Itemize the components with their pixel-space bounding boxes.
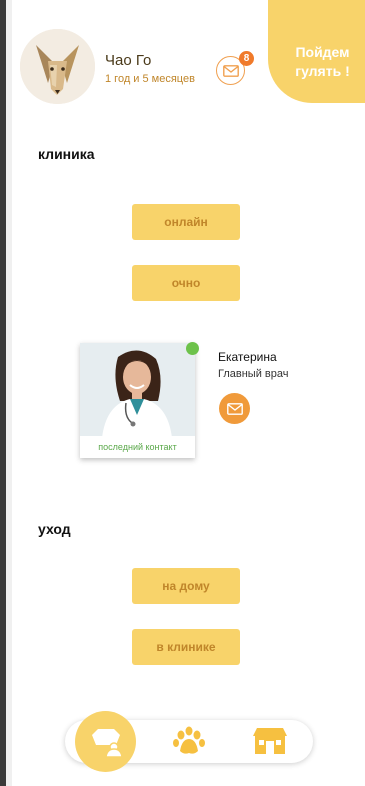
nav-item-paw[interactable] [172,725,206,757]
device-edge-inner [6,0,12,786]
care-clinic-button[interactable]: в клинике [132,629,240,665]
doctor-role: Главный врач [218,368,289,380]
clinic-section-title: клиника [38,146,95,162]
pet-medical-icon [91,728,123,757]
walk-button-line1: Пойдем [295,43,350,60]
doctor-card[interactable]: последний контакт [80,343,195,458]
paw-icon [173,726,205,754]
doctor-name: Екатерина [218,350,277,364]
mail-icon [226,402,243,415]
doctor-message-button[interactable] [219,393,250,424]
house-icon [253,728,287,754]
pet-name: Чао Го [105,52,152,69]
header: Чао Го 1 год и 5 месяцев 8 Пойдем гулять… [0,0,365,110]
doctor-photo [80,343,195,438]
care-section-title: уход [38,521,71,537]
care-home-button[interactable]: на дому [132,568,240,604]
pet-age: 1 год и 5 месяцев [105,73,195,85]
doctor-last-contact-caption: последний контакт [80,436,195,458]
doctor-portrait-icon [80,343,195,438]
lets-walk-button[interactable]: Пойдем гулять ! [268,0,365,103]
nav-item-house[interactable] [251,726,289,756]
walk-button-line2: гулять ! [295,62,350,79]
doctor-online-indicator [186,342,199,355]
clinic-in-person-button[interactable]: очно [132,265,240,301]
nav-item-pet-medical[interactable] [75,711,136,772]
clinic-online-button[interactable]: онлайн [132,204,240,240]
dog-avatar-icon [20,29,95,104]
messages-count-badge: 8 [239,51,254,66]
pet-avatar[interactable] [20,29,95,104]
mail-icon [222,64,239,77]
